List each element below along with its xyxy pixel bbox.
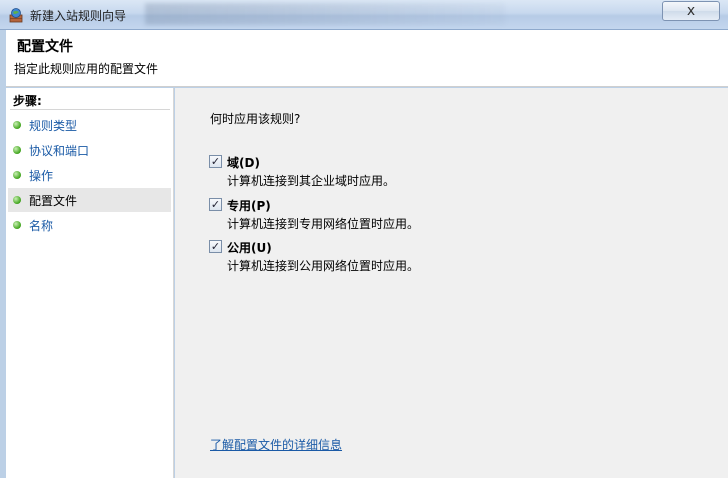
main-panel: 何时应用该规则? ✓ 域(D) 计算机连接到其企业域时应用。 ✓ 专用(P) 计… bbox=[175, 88, 728, 478]
domain-checkbox[interactable]: ✓ bbox=[209, 155, 222, 168]
step-name[interactable]: 名称 bbox=[8, 213, 171, 237]
step-label: 操作 bbox=[29, 168, 54, 183]
close-button[interactable]: x bbox=[662, 1, 720, 21]
option-name: 专用(P) bbox=[227, 199, 271, 213]
learn-more-link[interactable]: 了解配置文件的详细信息 bbox=[210, 436, 342, 453]
divider bbox=[10, 109, 170, 110]
status-dot-icon bbox=[13, 221, 21, 229]
option-name: 域(D) bbox=[227, 156, 260, 170]
step-protocol-ports[interactable]: 协议和端口 bbox=[8, 138, 171, 162]
title-bar: 新建入站规则向导 x bbox=[0, 0, 728, 30]
status-dot-icon bbox=[13, 146, 21, 154]
status-dot-icon bbox=[13, 196, 21, 204]
window-title: 新建入站规则向导 bbox=[30, 9, 127, 23]
step-label: 配置文件 bbox=[29, 193, 78, 208]
page-title: 配置文件 bbox=[17, 39, 73, 55]
steps-sidebar: 步骤: 规则类型 协议和端口 操作 配置文件 名称 bbox=[6, 88, 174, 478]
checkmark-icon: ✓ bbox=[210, 155, 221, 168]
private-checkbox[interactable]: ✓ bbox=[209, 198, 222, 211]
step-label: 名称 bbox=[29, 218, 54, 233]
option-description: 计算机连接到专用网络位置时应用。 bbox=[227, 217, 420, 231]
firewall-wizard-icon bbox=[8, 7, 24, 23]
page-header: 配置文件 指定此规则应用的配置文件 bbox=[6, 30, 728, 87]
status-dot-icon bbox=[13, 171, 21, 179]
page-subtitle: 指定此规则应用的配置文件 bbox=[14, 62, 159, 76]
step-action[interactable]: 操作 bbox=[8, 163, 171, 187]
status-dot-icon bbox=[13, 121, 21, 129]
steps-label: 步骤: bbox=[13, 94, 42, 108]
option-description: 计算机连接到其企业域时应用。 bbox=[227, 174, 396, 188]
step-label: 规则类型 bbox=[29, 118, 78, 133]
checkmark-icon: ✓ bbox=[210, 240, 221, 253]
step-label: 协议和端口 bbox=[29, 143, 90, 158]
option-description: 计算机连接到公用网络位置时应用。 bbox=[227, 259, 420, 273]
public-checkbox[interactable]: ✓ bbox=[209, 240, 222, 253]
blurred-background bbox=[145, 3, 505, 25]
checkmark-icon: ✓ bbox=[210, 198, 221, 211]
step-rule-type[interactable]: 规则类型 bbox=[8, 113, 171, 137]
close-icon: x bbox=[686, 3, 696, 19]
option-name: 公用(U) bbox=[227, 241, 272, 255]
question-label: 何时应用该规则? bbox=[210, 112, 301, 126]
step-profile[interactable]: 配置文件 bbox=[8, 188, 171, 212]
